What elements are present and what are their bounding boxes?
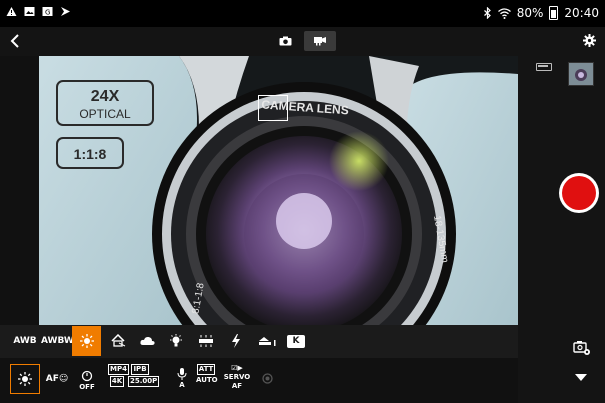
wb-fluorescent-button[interactable] bbox=[192, 330, 220, 352]
live-view[interactable]: 24X OPTICAL 1:1:8 CAMERA LENS 18-135mm 8… bbox=[39, 56, 518, 325]
svg-text:G: G bbox=[45, 9, 50, 17]
system-indicators: 80% 20:40 bbox=[483, 6, 599, 20]
att-bottom: AUTO bbox=[196, 376, 218, 384]
servo-checkbox-icon: ☑▶ bbox=[231, 364, 243, 372]
clock: 20:40 bbox=[564, 6, 599, 20]
camera-settings-button[interactable] bbox=[573, 340, 591, 356]
shade-icon bbox=[110, 333, 125, 347]
fluorescent-icon bbox=[199, 334, 213, 347]
custom-wb-icon bbox=[259, 336, 276, 346]
notification-icons: G bbox=[6, 6, 71, 17]
image-icon bbox=[24, 7, 35, 16]
microphone-icon bbox=[177, 368, 187, 380]
timer-label: OFF bbox=[79, 383, 95, 391]
thumbnail-image bbox=[569, 63, 593, 85]
af-method-setting[interactable]: AF☺ bbox=[45, 364, 69, 394]
battery-percent: 80% bbox=[516, 6, 544, 20]
shooting-settings-bar: AF☺ OFF MP4 4K IPB 25.00P A ATT AUTO ☑▶ … bbox=[0, 358, 518, 403]
zoom-label: 24X bbox=[91, 88, 120, 105]
sun-icon bbox=[18, 372, 32, 386]
gear-icon bbox=[582, 34, 596, 47]
camera-battery-icon bbox=[536, 63, 552, 71]
timer-icon bbox=[81, 370, 93, 382]
app-toolbar bbox=[0, 27, 605, 56]
tungsten-bulb-icon bbox=[170, 333, 182, 346]
wb-kelvin-button[interactable]: K bbox=[287, 335, 305, 348]
flash-icon bbox=[232, 333, 240, 348]
format-bottom: 4K bbox=[109, 376, 125, 387]
wb-awb-label: AWB bbox=[13, 336, 37, 346]
wb-custom-button[interactable] bbox=[252, 330, 284, 352]
photo-mode-button[interactable] bbox=[268, 31, 302, 51]
right-panel bbox=[518, 56, 605, 403]
wb-shade-button[interactable] bbox=[104, 330, 132, 352]
servo-label: SERVO AF bbox=[223, 373, 251, 390]
self-timer-setting[interactable]: OFF bbox=[76, 364, 98, 394]
wb-daylight-button[interactable] bbox=[72, 326, 101, 356]
back-chevron-icon bbox=[10, 34, 19, 48]
ratio-label: 1:1:8 bbox=[74, 146, 107, 162]
bluetooth-icon bbox=[483, 7, 491, 19]
flag-icon bbox=[61, 7, 70, 16]
status-bar: G 80% 20:40 bbox=[0, 0, 605, 27]
optical-label: OPTICAL bbox=[79, 107, 131, 121]
circle-dot-icon bbox=[261, 373, 273, 384]
photo-mode-icon bbox=[279, 36, 291, 46]
quality-bottom: 25.00P bbox=[128, 376, 160, 387]
white-balance-bar: AWB AWBW K bbox=[0, 325, 518, 358]
extra-setting[interactable] bbox=[261, 364, 273, 394]
camera-gear-icon bbox=[573, 341, 590, 355]
audio-label: A bbox=[179, 381, 185, 389]
back-button[interactable] bbox=[6, 31, 24, 51]
attenuator-setting[interactable]: ATT AUTO bbox=[196, 364, 218, 394]
att-top: ATT bbox=[196, 364, 216, 375]
expand-down-icon[interactable] bbox=[575, 374, 587, 381]
settings-button[interactable] bbox=[580, 31, 598, 51]
mail-icon: G bbox=[42, 7, 53, 17]
wifi-icon bbox=[497, 7, 511, 19]
last-shot-thumbnail[interactable] bbox=[568, 62, 594, 86]
cloud-icon bbox=[139, 336, 155, 345]
quality-top: IPB bbox=[131, 364, 149, 375]
video-mode-icon bbox=[314, 37, 326, 46]
movie-quality-setting[interactable]: IPB 25.00P bbox=[128, 364, 160, 394]
sun-icon bbox=[79, 333, 94, 348]
wb-kelvin-label: K bbox=[292, 336, 300, 346]
wb-awbw-button[interactable]: AWBW bbox=[41, 330, 74, 352]
wb-flash-button[interactable] bbox=[222, 330, 250, 352]
af-frame[interactable] bbox=[258, 95, 288, 121]
warning-icon bbox=[6, 7, 17, 16]
record-button[interactable] bbox=[562, 176, 596, 210]
current-wb-setting[interactable] bbox=[10, 364, 40, 394]
audio-record-setting[interactable]: A bbox=[173, 364, 191, 394]
wb-awbw-label: AWB bbox=[41, 336, 64, 346]
af-label: AF bbox=[45, 374, 59, 384]
video-mode-button[interactable] bbox=[304, 31, 336, 51]
movie-format-setting[interactable]: MP4 4K bbox=[108, 364, 129, 394]
wb-awb-button[interactable]: AWB bbox=[11, 330, 39, 352]
battery-icon bbox=[549, 6, 559, 20]
wb-cloudy-button[interactable] bbox=[133, 330, 161, 352]
wb-tungsten-button[interactable] bbox=[162, 330, 190, 352]
af-face-icon: ☺ bbox=[58, 374, 69, 384]
format-top: MP4 bbox=[108, 364, 129, 375]
servo-af-setting[interactable]: ☑▶ SERVO AF bbox=[222, 364, 252, 394]
